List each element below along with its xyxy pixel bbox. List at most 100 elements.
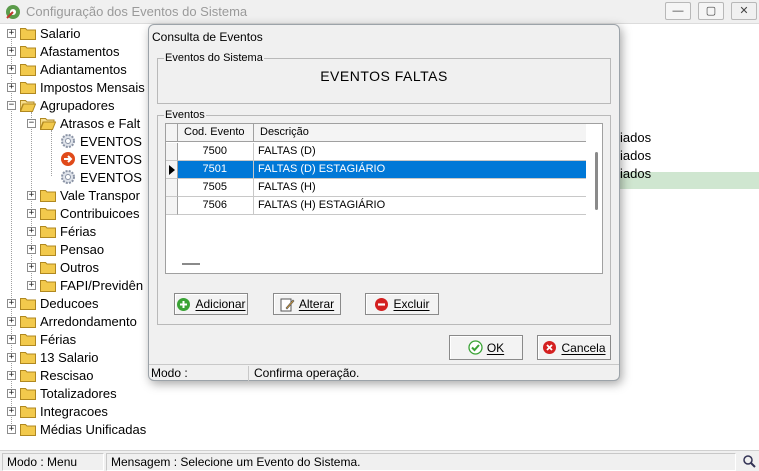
tree-item-label: Agrupadores bbox=[40, 97, 115, 113]
tree-item[interactable]: EVENTOS bbox=[47, 168, 142, 186]
dialog-status-bar: Modo : Confirma operação. bbox=[149, 364, 619, 381]
table-row[interactable]: 7505 FALTAS (H) bbox=[166, 179, 586, 197]
expand-toggle[interactable]: + bbox=[27, 280, 36, 290]
red-arrow-icon bbox=[61, 152, 75, 166]
expand-toggle[interactable]: + bbox=[7, 82, 16, 92]
tree-item[interactable]: + Férias bbox=[27, 222, 96, 240]
pencil-icon bbox=[280, 298, 295, 311]
folder-icon bbox=[20, 27, 36, 40]
expand-toggle[interactable]: + bbox=[7, 388, 16, 398]
search-icon[interactable] bbox=[742, 454, 757, 469]
expand-toggle[interactable]: + bbox=[27, 262, 36, 272]
tree-item-label: EVENTOS bbox=[80, 151, 142, 167]
expand-toggle[interactable]: + bbox=[7, 370, 16, 380]
expand-toggle[interactable]: + bbox=[7, 424, 16, 434]
open-folder-icon bbox=[40, 117, 56, 130]
expand-toggle[interactable]: + bbox=[7, 298, 16, 308]
folder-icon bbox=[20, 315, 36, 328]
row-indicator bbox=[166, 197, 178, 215]
tree-item[interactable]: + FAPI/Previdên bbox=[27, 276, 143, 294]
expand-toggle[interactable]: − bbox=[27, 118, 36, 128]
grid-vertical-scrollbar[interactable] bbox=[595, 152, 598, 210]
add-button[interactable]: Adicionar bbox=[174, 293, 248, 315]
table-row[interactable]: 7506 FALTAS (H) ESTAGIÁRIO bbox=[166, 197, 586, 215]
expand-toggle[interactable]: + bbox=[7, 46, 16, 56]
tree-item[interactable]: EVENTOS bbox=[47, 150, 142, 168]
row-indicator bbox=[166, 161, 178, 179]
column-header-code[interactable]: Cod. Evento bbox=[178, 124, 254, 142]
folder-icon bbox=[20, 387, 36, 400]
tree-item[interactable]: +13 Salario bbox=[7, 348, 99, 366]
tree-item[interactable]: + Outros bbox=[27, 258, 99, 276]
tree-item[interactable]: + Impostos Mensais bbox=[7, 78, 145, 96]
folder-icon bbox=[20, 81, 36, 94]
expand-toggle[interactable]: + bbox=[27, 244, 36, 254]
tree-item[interactable]: − Atrasos e Falt bbox=[27, 114, 140, 132]
tree-item[interactable]: + Médias Unificadas bbox=[7, 420, 146, 438]
grid-header: Cod. Evento Descrição bbox=[166, 124, 586, 142]
folder-icon bbox=[40, 225, 56, 238]
row-indicator bbox=[166, 143, 178, 161]
tree-item-label: EVENTOS bbox=[80, 169, 142, 185]
tree-item[interactable]: + Vale Transpor bbox=[27, 186, 140, 204]
delete-icon bbox=[375, 297, 389, 311]
tree-item[interactable]: + Deducoes bbox=[7, 294, 99, 312]
cancel-button[interactable]: Cancela bbox=[537, 335, 611, 360]
delete-button[interactable]: Excluir bbox=[365, 293, 439, 315]
tree-item-label: Arredondamento bbox=[40, 313, 137, 329]
events-grid[interactable]: Cod. Evento Descrição 7500 FALTAS (D) 7501… bbox=[165, 123, 603, 274]
cancel-button-label: Cancela bbox=[561, 340, 606, 355]
tree-item-label: Vale Transpor bbox=[60, 187, 140, 203]
tree-item[interactable]: + Férias bbox=[7, 330, 76, 348]
tree-item[interactable]: + Pensao bbox=[27, 240, 104, 258]
column-header-description[interactable]: Descrição bbox=[254, 124, 586, 142]
status-mode: Modo : Menu bbox=[2, 453, 104, 471]
system-event-group-label: Eventos do Sistema bbox=[164, 52, 264, 64]
maximize-button[interactable]: ▢ bbox=[698, 2, 724, 20]
tree-item[interactable]: + Contribuicoes bbox=[27, 204, 140, 222]
folder-icon bbox=[40, 243, 56, 256]
cell-event-description: FALTAS (D) ESTAGIÁRIO bbox=[254, 161, 586, 179]
ok-button[interactable]: OK bbox=[449, 335, 523, 360]
close-button[interactable]: ✕ bbox=[731, 2, 757, 20]
plus-icon bbox=[177, 297, 191, 311]
expand-toggle[interactable]: + bbox=[27, 190, 36, 200]
tree-item[interactable]: + Rescisao bbox=[7, 366, 93, 384]
minimize-button[interactable]: — bbox=[665, 2, 691, 20]
expand-toggle[interactable]: − bbox=[7, 100, 16, 110]
tree-item-label: Atrasos e Falt bbox=[60, 115, 141, 131]
tree-item-label: Salario bbox=[40, 25, 81, 41]
expand-toggle[interactable]: + bbox=[7, 352, 16, 362]
dialog-status-message: Confirma operação. bbox=[254, 366, 360, 380]
expand-toggle[interactable]: + bbox=[27, 226, 36, 236]
tree-item[interactable]: + Afastamentos bbox=[7, 42, 120, 60]
tree-item[interactable]: EVENTOS bbox=[47, 132, 142, 150]
expand-toggle[interactable]: + bbox=[7, 64, 16, 74]
tree-item[interactable]: + Arredondamento bbox=[7, 312, 137, 330]
system-event-name: EVENTOS FALTAS bbox=[320, 68, 448, 84]
tree-item[interactable]: + Adiantamentos bbox=[7, 60, 127, 78]
expand-toggle[interactable]: + bbox=[27, 208, 36, 218]
expand-toggle[interactable]: + bbox=[7, 334, 16, 344]
tree-item[interactable]: + Salario bbox=[7, 24, 80, 42]
table-row[interactable]: 7501 FALTAS (D) ESTAGIÁRIO bbox=[166, 161, 586, 179]
tree-item[interactable]: + Totalizadores bbox=[7, 384, 117, 402]
table-row[interactable]: 7500 FALTAS (D) bbox=[166, 143, 586, 161]
tree-side-text: iados bbox=[620, 130, 652, 145]
expand-toggle[interactable]: + bbox=[7, 28, 16, 38]
tree-item-label: Impostos Mensais bbox=[40, 79, 145, 95]
cell-event-code: 7501 bbox=[178, 161, 254, 179]
grid-horizontal-scrollbar[interactable] bbox=[182, 263, 200, 265]
expand-toggle[interactable]: + bbox=[7, 406, 16, 416]
tree-item[interactable]: − Agrupadores bbox=[7, 96, 114, 114]
expand-toggle[interactable]: + bbox=[7, 316, 16, 326]
edit-button-label: Alterar bbox=[298, 297, 335, 311]
edit-button[interactable]: Alterar bbox=[273, 293, 341, 315]
folder-icon bbox=[40, 189, 56, 202]
tree-item-label: FAPI/Previdên bbox=[60, 277, 144, 293]
folder-icon bbox=[40, 207, 56, 220]
tree-item-label: Afastamentos bbox=[40, 43, 120, 59]
tree-side-text: iados bbox=[620, 166, 652, 181]
tree-item[interactable]: + Integracoes bbox=[7, 402, 108, 420]
grid-indicator-header bbox=[166, 124, 178, 142]
